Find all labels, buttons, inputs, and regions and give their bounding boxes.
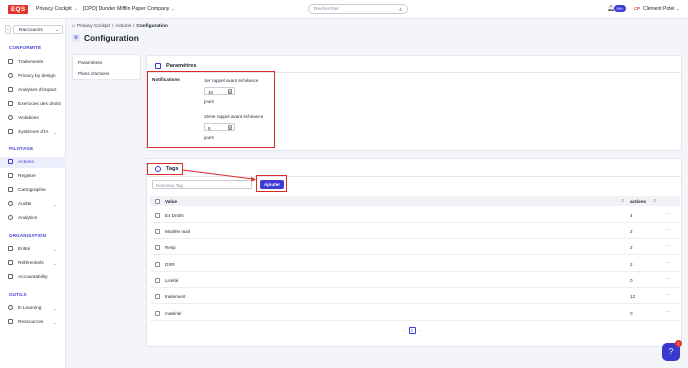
annotation-arrow <box>182 169 256 182</box>
help-badge: 1 <box>675 340 682 347</box>
